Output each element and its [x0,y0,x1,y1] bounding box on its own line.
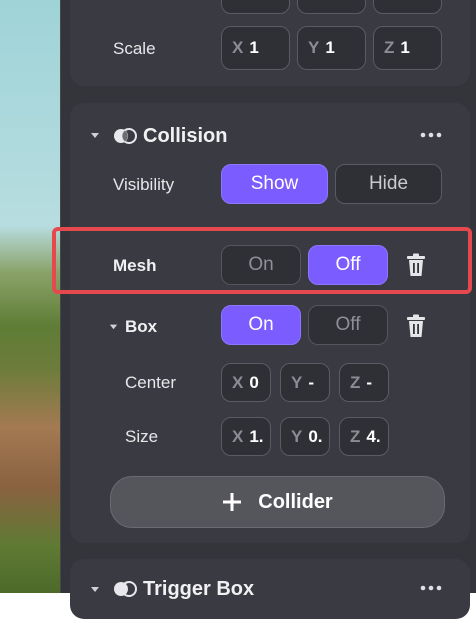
x-axis-label: X [232,38,244,57]
mesh-row-highlight [52,227,472,294]
scale-x-value: 1 [249,38,259,57]
plus-icon [222,492,242,512]
z-axis-label: Z [384,38,395,57]
size-y-value: 0. [308,426,323,446]
delete-box-icon[interactable] [402,312,430,340]
box-on-button[interactable]: On [221,305,301,345]
size-y-field[interactable]: Y 0. [280,417,330,456]
collapse-chevron-icon[interactable] [88,128,102,142]
z-axis-label: Z [350,426,361,446]
box-off-button[interactable]: Off [308,305,388,345]
center-y-field[interactable]: Y - [280,363,330,402]
hide-button[interactable]: Hide [335,164,442,204]
add-collider-button[interactable]: Collider [110,476,445,528]
size-x-value: 1. [249,426,264,446]
scale-x-field[interactable]: X 1 [221,26,290,70]
trigger-component-icon [113,580,137,598]
collision-component-icon [113,127,137,145]
trigger-box-title: Trigger Box [143,578,255,600]
position-z-field[interactable] [373,0,442,14]
box-label: Box [125,317,158,336]
size-label: Size [125,427,159,446]
y-axis-label: Y [291,372,303,392]
scale-label: Scale [113,39,156,58]
z-axis-label: Z [350,372,361,392]
scale-z-value: 1 [400,38,410,57]
more-options-icon[interactable] [418,128,444,142]
x-axis-label: X [232,372,244,392]
position-y-field[interactable] [297,0,366,14]
center-y-value: - [308,372,315,392]
size-z-field[interactable]: Z 4. [339,417,389,456]
center-label: Center [125,373,177,392]
size-z-value: 4. [366,426,381,446]
show-button[interactable]: Show [221,164,328,204]
y-axis-label: Y [308,38,320,57]
x-axis-label: X [232,426,244,446]
trigger-more-options-icon[interactable] [418,583,444,593]
visibility-label: Visibility [113,175,175,194]
position-x-field[interactable] [221,0,290,14]
size-x-field[interactable]: X 1. [221,417,271,456]
scale-y-value: 1 [325,38,335,57]
scale-y-field[interactable]: Y 1 [297,26,366,70]
center-z-field[interactable]: Z - [339,363,389,402]
center-x-value: 0 [249,372,259,392]
box-chevron-icon[interactable] [106,319,120,333]
y-axis-label: Y [291,426,303,446]
add-collider-label: Collider [258,490,333,513]
trigger-chevron-icon[interactable] [88,582,102,596]
center-z-value: - [366,372,373,392]
scale-z-field[interactable]: Z 1 [373,26,442,70]
center-x-field[interactable]: X 0 [221,363,271,402]
collision-title: Collision [143,125,228,147]
